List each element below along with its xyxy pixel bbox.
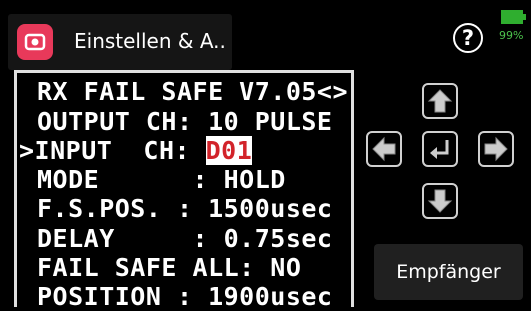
battery-icon — [501, 10, 523, 24]
input-ch-label: >INPUT CH: — [19, 136, 206, 165]
battery-indicator: 99% — [497, 8, 527, 42]
navigation-keypad — [356, 75, 526, 235]
down-key[interactable] — [422, 183, 458, 219]
help-button[interactable]: ? — [453, 23, 483, 53]
app-title: Einstellen & A.. — [74, 29, 226, 53]
arrow-right-icon — [484, 136, 508, 162]
receiver-button[interactable]: Empfänger — [374, 244, 523, 300]
screen-line-title: RX FAIL SAFE V7.05<> — [37, 77, 349, 106]
screen-line-fs-pos: F.S.POS. : 1500usec — [37, 194, 333, 223]
screen-line-delay: DELAY : 0.75sec — [37, 224, 333, 253]
right-key[interactable] — [478, 131, 514, 167]
question-icon: ? — [461, 26, 475, 50]
enter-icon — [430, 140, 449, 159]
arrow-down-icon — [427, 189, 453, 213]
arrow-left-icon — [372, 136, 396, 162]
battery-percent: 99% — [499, 29, 524, 42]
screen-line-output-ch: OUTPUT CH: 10 PULSE — [37, 107, 333, 136]
camera-app-icon[interactable] — [17, 24, 53, 60]
input-ch-value[interactable]: D01 — [205, 136, 253, 165]
screen-line-input-ch: >INPUT CH: D01 — [19, 136, 253, 165]
screen-line-mode: MODE : HOLD — [37, 165, 286, 194]
up-key[interactable] — [422, 83, 458, 119]
screen-line-fail-safe-all: FAIL SAFE ALL: NO — [37, 253, 302, 282]
arrow-up-icon — [427, 89, 453, 113]
telemetry-screen: RX FAIL SAFE V7.05<> OUTPUT CH: 10 PULSE… — [14, 70, 354, 311]
left-key[interactable] — [366, 131, 402, 167]
app-header: Einstellen & A.. — [8, 14, 232, 70]
enter-key[interactable] — [422, 131, 458, 167]
